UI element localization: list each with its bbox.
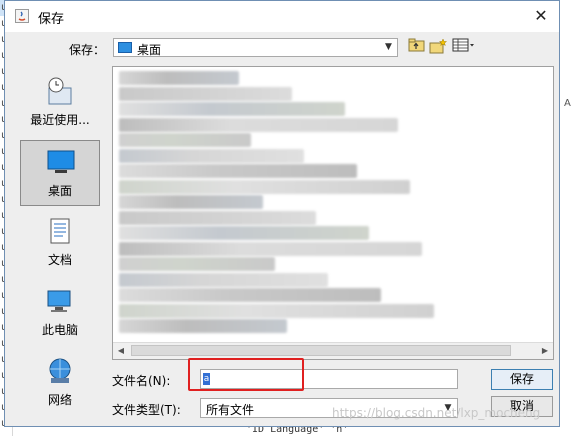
watermark-text: https://blog.csdn.net/lxp_mocheng	[332, 406, 541, 420]
blurred-row	[119, 179, 410, 194]
close-icon[interactable]: ✕	[529, 5, 553, 27]
new-folder-icon	[429, 38, 448, 54]
scroll-right-icon[interactable]: ▶	[537, 343, 553, 359]
blurred-row	[119, 148, 304, 163]
chevron-down-icon[interactable]: ▼	[381, 40, 396, 55]
file-type-label: 文件类型(T):	[112, 403, 181, 417]
places-bar: 最近使用... 桌面文档此电脑网络	[17, 70, 103, 420]
place-item[interactable]: 网络	[20, 350, 100, 416]
blurred-row	[119, 195, 263, 209]
blurred-row	[119, 117, 398, 132]
place-label: 此电脑	[41, 323, 78, 337]
dialog-body: 保存： 桌面 ▼ 最近使用... 桌面 文档此电脑 网络 ◀ ▶ 文件名(N):…	[5, 32, 559, 426]
blurred-row	[119, 272, 328, 287]
blurred-row	[119, 164, 357, 178]
background-editor-right: A	[560, 0, 573, 436]
save-in-label: 保存：	[69, 43, 106, 57]
blurred-row	[119, 319, 287, 333]
file-name-label: 文件名(N):	[112, 374, 171, 388]
blurred-row	[119, 86, 292, 101]
place-label: 桌面	[47, 184, 72, 198]
place-item[interactable]: 此电脑	[20, 280, 100, 346]
blurred-row	[119, 288, 381, 302]
place-item[interactable]: 文档	[20, 210, 100, 276]
blurred-row	[119, 241, 422, 256]
details-view-icon	[452, 38, 474, 52]
up-one-level-button[interactable]	[407, 38, 427, 56]
blurred-row	[119, 102, 345, 116]
java-app-icon	[15, 9, 29, 23]
blurred-file-entries	[119, 71, 549, 336]
location-value: 桌面	[137, 43, 162, 57]
desktop-folder-icon	[118, 42, 132, 53]
view-menu-button[interactable]	[451, 38, 475, 56]
recent-items-icon	[45, 76, 75, 106]
save-button[interactable]: 保存	[491, 369, 553, 390]
location-combo[interactable]: 桌面 ▼	[113, 38, 398, 57]
scroll-left-icon[interactable]: ◀	[113, 343, 129, 359]
desktop-icon	[46, 147, 76, 177]
place-label: 网络	[47, 393, 72, 407]
scroll-thumb[interactable]	[131, 345, 511, 356]
highlight-annotation	[188, 358, 304, 391]
place-item[interactable]: 桌面	[20, 140, 100, 206]
file-list[interactable]: ◀ ▶	[112, 66, 554, 360]
place-label: 最近使用...	[30, 113, 90, 127]
background-right-text: A	[564, 98, 571, 109]
title-bar: 保存 ✕	[5, 1, 559, 32]
documents-icon	[45, 216, 75, 246]
computer-icon	[45, 286, 75, 316]
blurred-row	[119, 210, 316, 225]
blurred-row	[119, 71, 239, 85]
horizontal-scrollbar[interactable]: ◀ ▶	[113, 342, 553, 359]
up-folder-icon	[408, 38, 425, 52]
place-label: 文档	[47, 253, 72, 267]
blurred-row	[119, 257, 275, 271]
save-dialog: 保存 ✕ 保存： 桌面 ▼ 最近使用... 桌面 文档 此电脑 网络 ◀ ▶ 文…	[4, 0, 560, 427]
window-title: 保存	[38, 12, 65, 27]
blurred-row	[119, 133, 251, 147]
network-icon	[45, 356, 75, 386]
file-type-value: 所有文件	[206, 403, 255, 417]
blurred-row	[119, 226, 369, 240]
new-folder-button[interactable]	[428, 38, 448, 56]
place-item[interactable]: 最近使用...	[20, 70, 100, 136]
blurred-row	[119, 303, 434, 318]
